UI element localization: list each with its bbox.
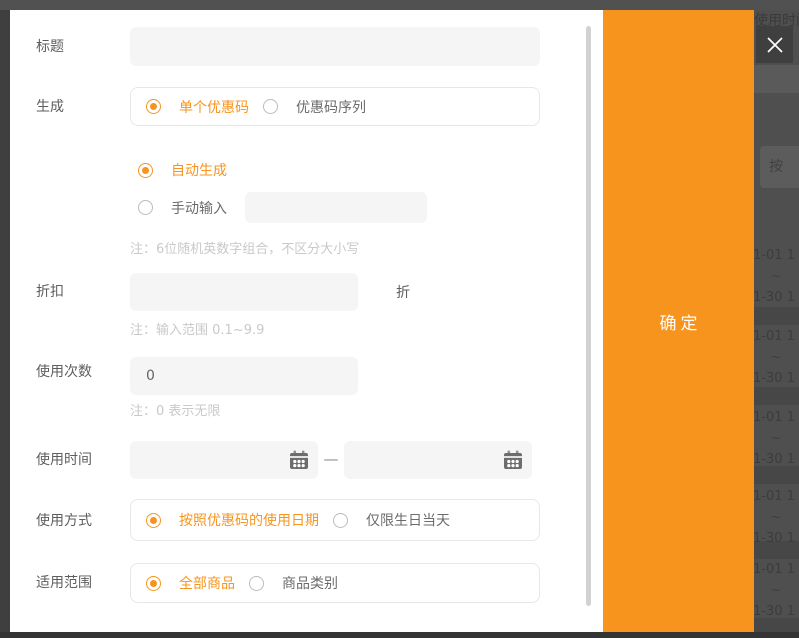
discount-input[interactable]: [130, 273, 358, 311]
option-label[interactable]: 单个优惠码: [179, 97, 249, 117]
confirm-button[interactable]: 确定: [603, 10, 754, 632]
title-input[interactable]: [130, 27, 540, 66]
usage-mode-radio-group: 按照优惠码的使用日期 仅限生日当天: [130, 499, 540, 541]
usage-mode-label: 使用方式: [36, 511, 92, 531]
calendar-icon[interactable]: [288, 449, 310, 471]
option-label[interactable]: 手动输入: [171, 198, 227, 218]
confirm-button-label: 确定: [656, 309, 702, 334]
background-page: 按 使用时间 1-01 1 ~ 1-30 1 1-01 1 ~ 1-30 1 1…: [754, 10, 799, 632]
table-cell-tilde: ~: [771, 510, 781, 524]
option-label[interactable]: 自动生成: [171, 160, 227, 180]
radio-unselected-icon[interactable]: [333, 513, 348, 528]
radio-selected-icon[interactable]: [146, 99, 161, 114]
discount-note: 注：输入范围 0.1~9.9: [130, 319, 264, 338]
table-cell-tilde: ~: [771, 431, 781, 445]
option-label[interactable]: 商品类别: [282, 573, 338, 593]
table-cell-date: 1-01 1: [754, 329, 795, 344]
calendar-icon[interactable]: [502, 449, 524, 471]
overlay-top: [0, 0, 799, 10]
date-range-separator: —: [318, 450, 344, 468]
usage-count-label: 使用次数: [36, 362, 92, 382]
option-product-category[interactable]: 商品类别: [249, 573, 338, 593]
row-divider: [754, 307, 799, 325]
radio-unselected-icon[interactable]: [249, 576, 264, 591]
close-icon: [765, 35, 785, 55]
option-label[interactable]: 全部商品: [179, 573, 235, 593]
start-date-picker[interactable]: [130, 441, 318, 479]
row-divider: [754, 618, 799, 632]
end-date-picker[interactable]: [344, 441, 532, 479]
radio-unselected-icon[interactable]: [263, 99, 278, 114]
background-header-band: [754, 65, 799, 93]
radio-selected-icon[interactable]: [138, 163, 153, 178]
generate-label: 生成: [36, 97, 64, 117]
overlay-bottom: [0, 632, 799, 638]
generate-radio-group: 单个优惠码 优惠码序列: [130, 87, 540, 126]
radio-selected-icon[interactable]: [146, 513, 161, 528]
table-cell-date: 1-30 1: [754, 371, 795, 386]
option-birthday-only[interactable]: 仅限生日当天: [333, 510, 450, 530]
discount-suffix: 折: [396, 282, 410, 302]
coupon-dialog: 标题 生成 单个优惠码 优惠码序列 自动生成 手动输入 注：6位随机英数字组合，…: [10, 10, 754, 632]
start-date-input[interactable]: [130, 452, 288, 468]
overlay-left: [0, 10, 10, 632]
option-single-code[interactable]: 单个优惠码: [146, 97, 249, 117]
table-cell-date: 1-30 1: [754, 531, 795, 546]
discount-label: 折扣: [36, 282, 64, 302]
option-all-products[interactable]: 全部商品: [146, 573, 235, 593]
table-cell-date: 1-30 1: [754, 290, 795, 305]
radio-unselected-icon[interactable]: [138, 200, 153, 215]
background-filter-button: 按: [760, 146, 799, 188]
option-code-series[interactable]: 优惠码序列: [263, 97, 366, 117]
manual-code-input[interactable]: [245, 192, 427, 223]
option-label[interactable]: 仅限生日当天: [366, 510, 450, 530]
table-cell-date: 1-01 1: [754, 248, 795, 263]
usage-count-note: 注：0 表示无限: [130, 400, 220, 419]
table-cell-date: 1-30 1: [754, 604, 795, 619]
option-auto-generate[interactable]: 自动生成: [138, 160, 227, 180]
end-date-input[interactable]: [344, 452, 502, 468]
close-button[interactable]: [756, 26, 793, 63]
title-label: 标题: [36, 37, 64, 57]
option-label[interactable]: 按照优惠码的使用日期: [179, 510, 319, 530]
row-divider: [754, 466, 799, 484]
row-divider: [754, 387, 799, 405]
option-label[interactable]: 优惠码序列: [296, 97, 366, 117]
table-cell-tilde: ~: [771, 583, 781, 597]
usage-count-input[interactable]: [130, 357, 358, 395]
usage-time-label: 使用时间: [36, 450, 92, 470]
scrollbar[interactable]: [586, 26, 591, 606]
table-cell-tilde: ~: [771, 269, 781, 283]
option-manual-input[interactable]: 手动输入: [138, 192, 427, 223]
code-note: 注：6位随机英数字组合，不区分大小写: [130, 238, 359, 257]
table-cell-date: 1-01 1: [754, 489, 795, 504]
radio-selected-icon[interactable]: [146, 576, 161, 591]
table-cell-tilde: ~: [771, 350, 781, 364]
option-by-coupon-dates[interactable]: 按照优惠码的使用日期: [146, 510, 319, 530]
table-cell-date: 1-30 1: [754, 452, 795, 467]
table-cell-date: 1-01 1: [754, 410, 795, 425]
table-cell-date: 1-01 1: [754, 562, 795, 577]
scope-radio-group: 全部商品 商品类别: [130, 563, 540, 603]
scope-label: 适用范围: [36, 573, 92, 593]
